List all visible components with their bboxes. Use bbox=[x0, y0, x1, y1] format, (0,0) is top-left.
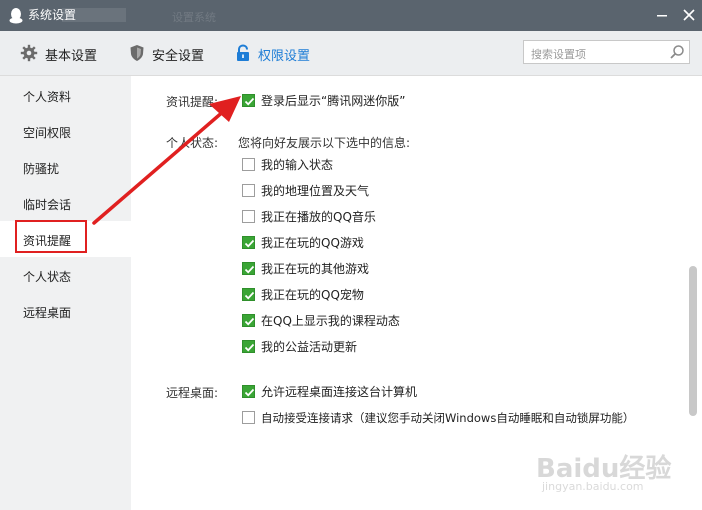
watermark-url: jingyan.baidu.com bbox=[542, 480, 644, 493]
annotation-arrow bbox=[92, 96, 241, 225]
